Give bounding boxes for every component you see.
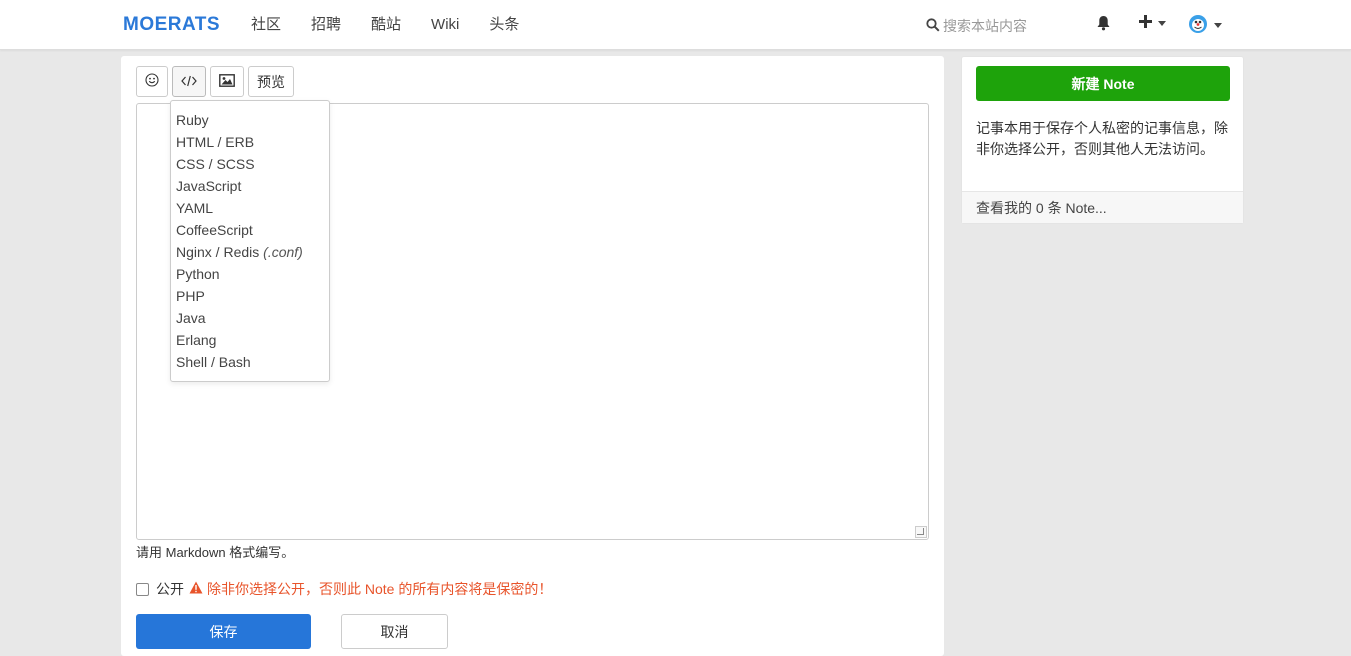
search-icon: [926, 17, 943, 35]
public-label[interactable]: 公开: [156, 579, 184, 599]
public-toggle-row: 公开 除非你选择公开，否则此 Note 的所有内容将是保密的！: [136, 579, 552, 599]
code-language-dropdown: Ruby HTML / ERB CSS / SCSS JavaScript YA…: [170, 100, 330, 382]
nav-link-sites[interactable]: 酷站: [356, 0, 416, 50]
save-button[interactable]: 保存: [136, 614, 311, 649]
notes-sidebar: 新建 Note 记事本用于保存个人私密的记事信息，除非你选择公开，否则其他人无法…: [961, 56, 1244, 224]
dropdown-item-yaml[interactable]: YAML: [171, 197, 329, 219]
user-menu-button[interactable]: [1188, 14, 1222, 37]
public-checkbox[interactable]: [136, 582, 149, 596]
smile-icon: [145, 73, 159, 90]
new-note-button[interactable]: 新建 Note: [976, 66, 1230, 101]
markdown-help-text: 请用 Markdown 格式编写。: [136, 545, 295, 560]
nav-link-community[interactable]: 社区: [236, 0, 296, 50]
editor-toolbar: 预览: [136, 66, 294, 97]
search-box[interactable]: 搜索本站内容: [926, 16, 1027, 36]
preview-button[interactable]: 预览: [248, 66, 294, 97]
dropdown-item-java[interactable]: Java: [171, 307, 329, 329]
notes-description: 记事本用于保存个人私密的记事信息，除非你选择公开，否则其他人无法访问。: [976, 120, 1228, 157]
image-button[interactable]: [210, 66, 244, 97]
notifications-button[interactable]: [1096, 15, 1111, 34]
create-menu-button[interactable]: [1139, 15, 1166, 31]
note-editor-panel: 预览 Ruby HTML / ERB CSS / SCSS JavaScript…: [121, 56, 944, 656]
dropdown-item-php[interactable]: PHP: [171, 285, 329, 307]
my-notes-link[interactable]: 查看我的 0 条 Note...: [962, 191, 1243, 223]
plus-icon: [1139, 15, 1152, 31]
privacy-warning-text: 除非你选择公开，否则此 Note 的所有内容将是保密的！: [207, 581, 553, 597]
dropdown-item-coffeescript[interactable]: CoffeeScript: [171, 219, 329, 241]
nav-link-jobs[interactable]: 招聘: [296, 0, 356, 50]
nav-link-headlines[interactable]: 头条: [474, 0, 534, 50]
search-input[interactable]: 搜索本站内容: [943, 16, 1027, 36]
cancel-button[interactable]: 取消: [341, 614, 448, 649]
privacy-warning: 除非你选择公开，否则此 Note 的所有内容将是保密的！: [189, 579, 552, 599]
code-icon: [181, 74, 197, 90]
dropdown-item-python[interactable]: Python: [171, 263, 329, 285]
dropdown-item-ruby[interactable]: Ruby: [171, 109, 329, 131]
dropdown-item-nginx-redis[interactable]: Nginx / Redis (.conf): [171, 241, 329, 263]
nav-link-wiki[interactable]: Wiki: [416, 0, 474, 50]
dropdown-item-javascript[interactable]: JavaScript: [171, 175, 329, 197]
caret-down-icon: [1158, 20, 1166, 26]
emoji-button[interactable]: [136, 66, 168, 97]
avatar: [1188, 14, 1208, 37]
caret-down-icon: [1214, 23, 1222, 28]
nav-links: 社区 招聘 酷站 Wiki 头条: [236, 0, 534, 50]
top-navbar: MOERATS 社区 招聘 酷站 Wiki 头条 搜索本站内容: [0, 0, 1351, 50]
code-button[interactable]: [172, 66, 206, 97]
warning-icon: [189, 581, 207, 597]
bell-icon: [1096, 15, 1111, 34]
image-icon: [219, 73, 235, 90]
dropdown-item-shell-bash[interactable]: Shell / Bash: [171, 351, 329, 373]
dropdown-item-html-erb[interactable]: HTML / ERB: [171, 131, 329, 153]
dropdown-item-css-scss[interactable]: CSS / SCSS: [171, 153, 329, 175]
brand-logo[interactable]: MOERATS: [123, 14, 220, 36]
resize-handle[interactable]: [915, 526, 927, 538]
dropdown-item-erlang[interactable]: Erlang: [171, 329, 329, 351]
